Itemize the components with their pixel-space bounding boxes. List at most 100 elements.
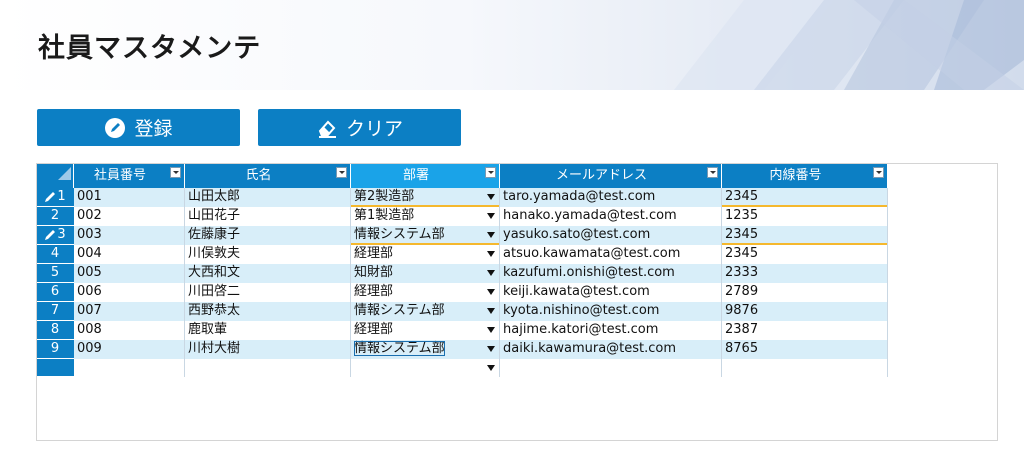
cell-employee-id[interactable]: 009: [73, 339, 185, 359]
table-row[interactable]: 8 008 鹿取葷 経理部 hajime.katori@test.com 2387: [37, 320, 888, 340]
page-title: 社員マスタメンテ: [38, 33, 262, 64]
cell-email[interactable]: kyota.nishino@test.com: [499, 301, 722, 321]
dropdown-arrow-icon[interactable]: [487, 194, 495, 200]
row-header[interactable]: 4: [37, 244, 74, 264]
table-row[interactable]: 5 005 大西和文 知財部 kazufumi.onishi@test.com 2333: [37, 263, 888, 283]
cell-email[interactable]: taro.yamada@test.com: [499, 188, 722, 207]
dropdown-arrow-icon[interactable]: [487, 326, 495, 333]
row-header[interactable]: 5: [37, 263, 74, 283]
table-row[interactable]: 9 009 川村大樹 情報システム部 daiki.kawamura@test.com 87…: [37, 339, 888, 359]
cell-department-select[interactable]: 知財部: [350, 263, 500, 283]
row-header[interactable]: 3: [37, 225, 74, 245]
cell-department-select[interactable]: 情報システム部: [350, 339, 500, 359]
cell-name[interactable]: 西野恭太: [184, 301, 351, 321]
cell-name[interactable]: 鹿取葷: [184, 320, 351, 340]
cell-email[interactable]: atsuo.kawamata@test.com: [499, 244, 722, 264]
cell-department-select[interactable]: 情報システム部: [350, 301, 500, 321]
table-row[interactable]: 7 007 西野恭太 情報システム部 kyota.nishino@test.com 987…: [37, 301, 888, 321]
dropdown-arrow-icon[interactable]: [487, 288, 495, 295]
pencil-icon: [104, 117, 126, 139]
dropdown-arrow-icon[interactable]: [487, 269, 495, 276]
cell-email[interactable]: kazufumi.onishi@test.com: [499, 263, 722, 283]
row-header[interactable]: 7: [37, 301, 74, 321]
row-header[interactable]: 1: [37, 188, 74, 207]
row-header[interactable]: 6: [37, 282, 74, 302]
column-header-email[interactable]: メールアドレス: [499, 164, 722, 188]
cell-email[interactable]: keiji.kawata@test.com: [499, 282, 722, 302]
grid-corner[interactable]: [37, 164, 74, 188]
row-header[interactable]: 9: [37, 339, 74, 359]
filter-dropdown-icon[interactable]: [707, 167, 718, 178]
cell-extension[interactable]: 2789: [721, 282, 888, 302]
cell-email[interactable]: yasuko.sato@test.com: [499, 225, 722, 245]
dropdown-arrow-icon[interactable]: [487, 212, 495, 219]
row-header[interactable]: [37, 358, 74, 377]
cell-employee-id[interactable]: 002: [73, 206, 185, 226]
register-button[interactable]: 登録: [37, 109, 240, 146]
filter-dropdown-icon[interactable]: [170, 167, 181, 178]
dropdown-arrow-icon[interactable]: [487, 250, 495, 257]
cell-email[interactable]: hanako.yamada@test.com: [499, 206, 722, 226]
cell-department-select[interactable]: 第1製造部: [350, 206, 500, 226]
table-row[interactable]: 3 003 佐藤康子 情報システム部 yasuko.sato@test.com 2345: [37, 225, 888, 245]
cell-name[interactable]: [184, 358, 351, 377]
cell-name[interactable]: 山田花子: [184, 206, 351, 226]
cell-employee-id[interactable]: 006: [73, 282, 185, 302]
cell-extension[interactable]: 2387: [721, 320, 888, 340]
cell-name[interactable]: 佐藤康子: [184, 225, 351, 245]
cell-name[interactable]: 川田啓二: [184, 282, 351, 302]
column-header-name[interactable]: 氏名: [184, 164, 351, 188]
cell-email[interactable]: daiki.kawamura@test.com: [499, 339, 722, 359]
cell-extension[interactable]: 2345: [721, 225, 888, 245]
filter-dropdown-icon[interactable]: [485, 167, 496, 178]
pencil-icon: [44, 227, 57, 242]
row-header[interactable]: 2: [37, 206, 74, 226]
dropdown-arrow-icon[interactable]: [487, 231, 495, 238]
cell-name[interactable]: 大西和文: [184, 263, 351, 283]
cell-extension[interactable]: 9876: [721, 301, 888, 321]
cell-extension[interactable]: [721, 358, 888, 377]
clear-button[interactable]: クリア: [258, 109, 461, 146]
eraser-icon: [316, 117, 338, 139]
cell-department-select[interactable]: 経理部: [350, 320, 500, 340]
column-header-department[interactable]: 部署: [350, 164, 500, 188]
cell-extension[interactable]: 8765: [721, 339, 888, 359]
dropdown-arrow-icon[interactable]: [487, 364, 495, 371]
cell-extension[interactable]: 2345: [721, 244, 888, 264]
cell-employee-id[interactable]: 004: [73, 244, 185, 264]
cell-name[interactable]: 川村大樹: [184, 339, 351, 359]
cell-employee-id[interactable]: 008: [73, 320, 185, 340]
employee-grid: 社員番号 氏名 部署 メールアドレス 内線番号 1 001 山田太郎 第2製造部 tar…: [37, 164, 888, 377]
table-row[interactable]: 2 002 山田花子 第1製造部 hanako.yamada@test.com 1235: [37, 206, 888, 226]
row-header[interactable]: 8: [37, 320, 74, 340]
cell-extension[interactable]: 2333: [721, 263, 888, 283]
cell-email[interactable]: [499, 358, 722, 377]
cell-department-select[interactable]: 経理部: [350, 244, 500, 264]
clear-button-label: クリア: [345, 118, 403, 140]
filter-dropdown-icon[interactable]: [873, 167, 884, 178]
cell-department-select[interactable]: 第2製造部: [350, 188, 500, 207]
cell-employee-id[interactable]: [73, 358, 185, 377]
column-header-employee-id[interactable]: 社員番号: [73, 164, 185, 188]
pencil-icon: [44, 189, 57, 204]
cell-extension[interactable]: 2345: [721, 188, 888, 207]
cell-employee-id[interactable]: 003: [73, 225, 185, 245]
cell-employee-id[interactable]: 001: [73, 188, 185, 207]
cell-department-select[interactable]: [350, 358, 500, 377]
cell-department-select[interactable]: 情報システム部: [350, 225, 500, 245]
cell-email[interactable]: hajime.katori@test.com: [499, 320, 722, 340]
cell-name[interactable]: 川俣敦夫: [184, 244, 351, 264]
cell-name[interactable]: 山田太郎: [184, 188, 351, 207]
cell-employee-id[interactable]: 007: [73, 301, 185, 321]
new-record-row[interactable]: [37, 358, 888, 377]
table-row[interactable]: 4 004 川俣敦夫 経理部 atsuo.kawamata@test.com 2345: [37, 244, 888, 264]
table-row[interactable]: 1 001 山田太郎 第2製造部 taro.yamada@test.com 2345: [37, 188, 888, 207]
cell-employee-id[interactable]: 005: [73, 263, 185, 283]
cell-department-select[interactable]: 経理部: [350, 282, 500, 302]
dropdown-arrow-icon[interactable]: [487, 307, 495, 314]
filter-dropdown-icon[interactable]: [336, 167, 347, 178]
column-header-extension[interactable]: 内線番号: [721, 164, 888, 188]
dropdown-arrow-icon[interactable]: [487, 345, 495, 352]
cell-extension[interactable]: 1235: [721, 206, 888, 226]
table-row[interactable]: 6 006 川田啓二 経理部 keiji.kawata@test.com 2789: [37, 282, 888, 302]
